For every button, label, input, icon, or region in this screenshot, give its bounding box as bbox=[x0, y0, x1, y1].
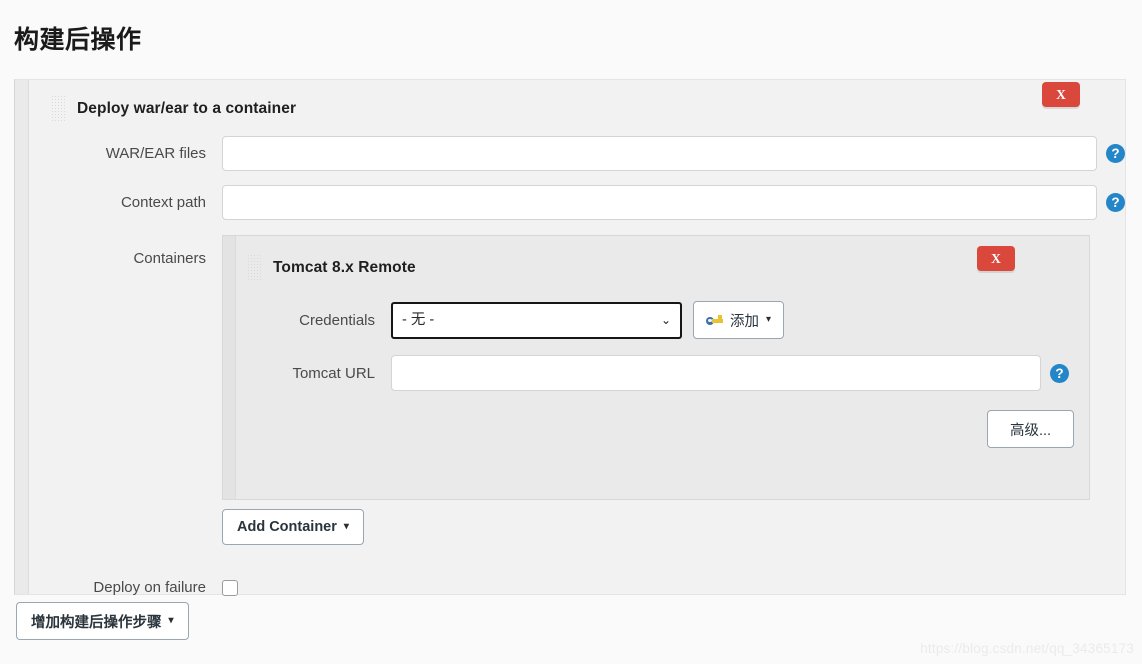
key-icon bbox=[706, 314, 723, 327]
post-build-section-header: Deploy war/ear to a container bbox=[29, 80, 1125, 122]
add-container-label: Add Container bbox=[237, 519, 337, 535]
delete-post-build-action-button[interactable]: X bbox=[1042, 82, 1080, 107]
containers-area: Tomcat 8.x Remote Credentials - 无 - ⌄ 添加… bbox=[222, 235, 1090, 545]
container-panel-body: Tomcat 8.x Remote Credentials - 无 - ⌄ 添加… bbox=[236, 236, 1089, 499]
credentials-select[interactable]: - 无 - bbox=[391, 301, 682, 339]
chevron-down-icon: ▾ bbox=[766, 314, 772, 325]
label-containers: Containers bbox=[133, 250, 206, 267]
tomcat-url-input[interactable] bbox=[391, 355, 1041, 391]
advanced-button[interactable]: 高级... bbox=[987, 410, 1074, 448]
drag-handle-icon[interactable] bbox=[51, 95, 65, 122]
container-panel-tomcat: Tomcat 8.x Remote Credentials - 无 - ⌄ 添加… bbox=[222, 235, 1090, 500]
post-build-panel-body: Deploy war/ear to a container WAR/EAR fi… bbox=[29, 80, 1125, 596]
row-context-path: Context path ? bbox=[29, 185, 1125, 220]
deploy-on-failure-checkbox[interactable] bbox=[222, 579, 238, 596]
help-icon[interactable]: ? bbox=[1106, 193, 1125, 212]
label-tomcat-url: Tomcat URL bbox=[292, 364, 375, 382]
drag-handle-icon[interactable] bbox=[247, 254, 261, 281]
credentials-select-wrap: - 无 - ⌄ bbox=[391, 301, 682, 339]
post-build-action-panel: Deploy war/ear to a container WAR/EAR fi… bbox=[14, 79, 1126, 596]
context-path-input[interactable] bbox=[222, 185, 1097, 220]
label-war-ear-files: WAR/EAR files bbox=[105, 145, 206, 162]
post-build-section-title: Deploy war/ear to a container bbox=[77, 99, 297, 117]
add-container-button[interactable]: Add Container ▾ bbox=[222, 509, 364, 545]
war-ear-files-input[interactable] bbox=[222, 136, 1097, 171]
delete-container-button[interactable]: X bbox=[977, 246, 1015, 271]
add-post-build-step-label: 增加构建后操作步骤 bbox=[31, 614, 162, 631]
container-section-header: Tomcat 8.x Remote bbox=[236, 236, 1089, 281]
row-tomcat-url: Tomcat URL ? bbox=[236, 355, 1089, 391]
help-icon[interactable]: ? bbox=[1050, 363, 1069, 383]
advanced-label: 高级... bbox=[1009, 422, 1052, 439]
add-credentials-label: 添加 bbox=[730, 313, 759, 330]
row-war-ear-files: WAR/EAR files ? bbox=[29, 136, 1125, 171]
chevron-down-icon: ▾ bbox=[168, 615, 174, 626]
label-deploy-on-failure: Deploy on failure bbox=[93, 579, 206, 596]
watermark: https://blog.csdn.net/qq_34365173 bbox=[920, 641, 1134, 656]
add-post-build-step-button[interactable]: 增加构建后操作步骤 ▾ bbox=[16, 602, 189, 640]
container-drag-strip[interactable] bbox=[223, 236, 236, 499]
label-credentials: Credentials bbox=[299, 311, 375, 329]
page-title: 构建后操作 bbox=[14, 26, 142, 54]
help-icon[interactable]: ? bbox=[1106, 144, 1125, 163]
container-section-title: Tomcat 8.x Remote bbox=[273, 258, 416, 276]
add-credentials-button[interactable]: 添加 ▾ bbox=[693, 301, 785, 339]
panel-drag-strip[interactable] bbox=[15, 80, 29, 594]
row-containers: Containers Tomcat 8.x Remote Credentials bbox=[29, 235, 1125, 545]
row-credentials: Credentials - 无 - ⌄ 添加 ▾ bbox=[236, 301, 1089, 339]
label-context-path: Context path bbox=[120, 194, 206, 211]
chevron-down-icon: ▾ bbox=[343, 521, 349, 532]
row-deploy-on-failure: Deploy on failure bbox=[29, 579, 1125, 596]
